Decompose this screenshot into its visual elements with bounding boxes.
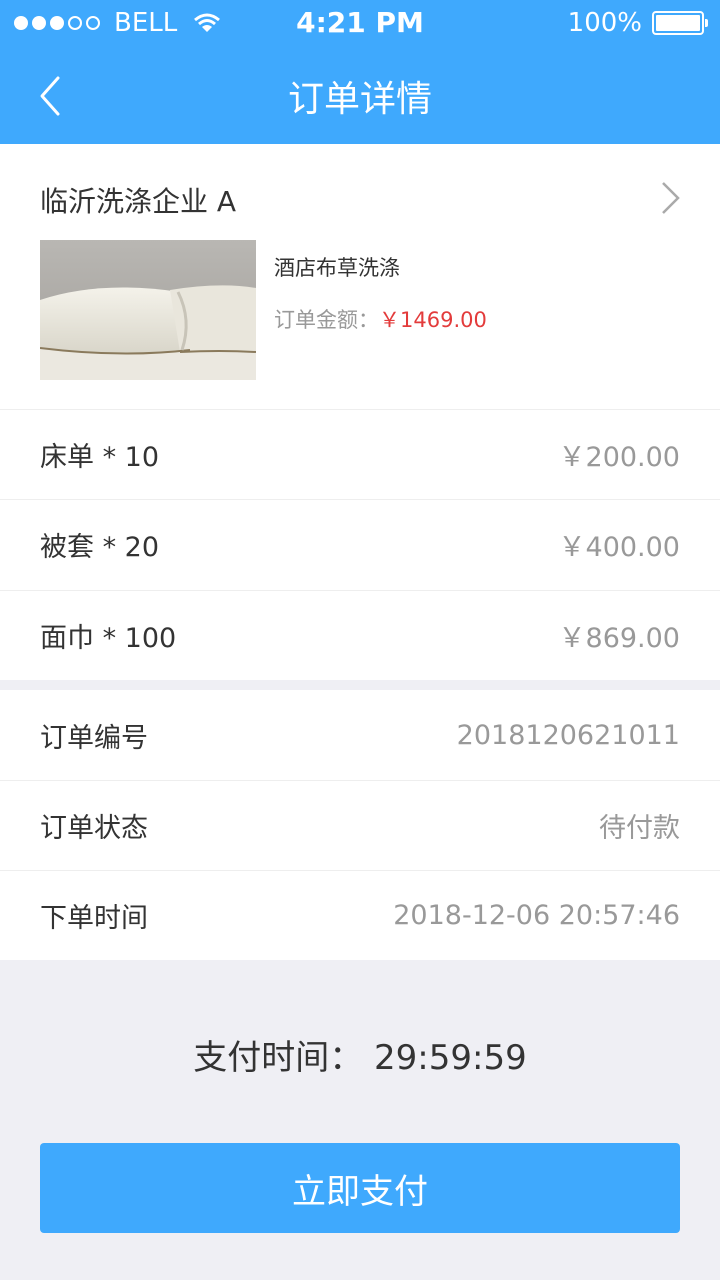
amount-value: ￥1469.00 — [379, 308, 487, 332]
divider — [0, 680, 720, 690]
battery-icon — [652, 11, 708, 35]
order-status-value: 待付款 — [599, 813, 680, 844]
list-item: 被套 * 20 ￥400.00 — [0, 499, 720, 589]
battery-percent: 100% — [567, 8, 642, 38]
order-number-label: 订单编号 — [40, 722, 148, 754]
order-amount: 订单金额：￥1469.00 — [274, 304, 487, 334]
order-time-row: 下单时间 2018-12-06 20:57:46 — [0, 870, 720, 960]
list-item: 面巾 * 100 ￥869.00 — [0, 590, 720, 680]
nav-bar: 订单详情 — [0, 48, 720, 144]
order-number-row: 订单编号 2018120621011 — [0, 690, 720, 780]
item-price: ￥869.00 — [558, 623, 680, 654]
order-info: 订单编号 2018120621011 订单状态 待付款 下单时间 2018-12… — [0, 690, 720, 960]
pay-now-button[interactable]: 立即支付 — [40, 1143, 680, 1233]
service-name: 酒店布草洗涤 — [274, 256, 400, 280]
order-status-label: 订单状态 — [40, 813, 148, 844]
item-name: 面巾 * 100 — [40, 623, 177, 654]
status-right: 100% — [567, 8, 708, 38]
company-name[interactable]: 临沂洗涤企业 A — [40, 180, 236, 220]
chevron-right-icon[interactable] — [658, 180, 684, 216]
amount-label: 订单金额： — [274, 308, 379, 332]
item-price: ￥400.00 — [558, 532, 680, 563]
pillow-photo — [40, 240, 256, 380]
item-price: ￥200.00 — [558, 442, 680, 473]
page-title: 订单详情 — [287, 79, 432, 120]
status-bar: BELL 4:21 PM 100% — [0, 0, 720, 48]
order-number-value: 2018120621011 — [456, 719, 680, 751]
order-time-value: 2018-12-06 20:57:46 — [393, 900, 680, 931]
payment-countdown: 支付时间： 29:59:59 — [193, 1038, 527, 1078]
order-status-row: 订单状态 待付款 — [0, 780, 720, 870]
header: BELL 4:21 PM 100% 订单详情 — [0, 0, 720, 144]
order-time-label: 下单时间 — [40, 903, 148, 934]
item-name: 床单 * 10 — [40, 442, 160, 473]
order-card: 临沂洗涤企业 A 酒店布草洗涤 订单金额：￥1469.00 床单 * 10 ￥2… — [0, 144, 720, 680]
item-name: 被套 * 20 — [40, 532, 160, 563]
list-item: 床单 * 10 ￥200.00 — [0, 409, 720, 499]
